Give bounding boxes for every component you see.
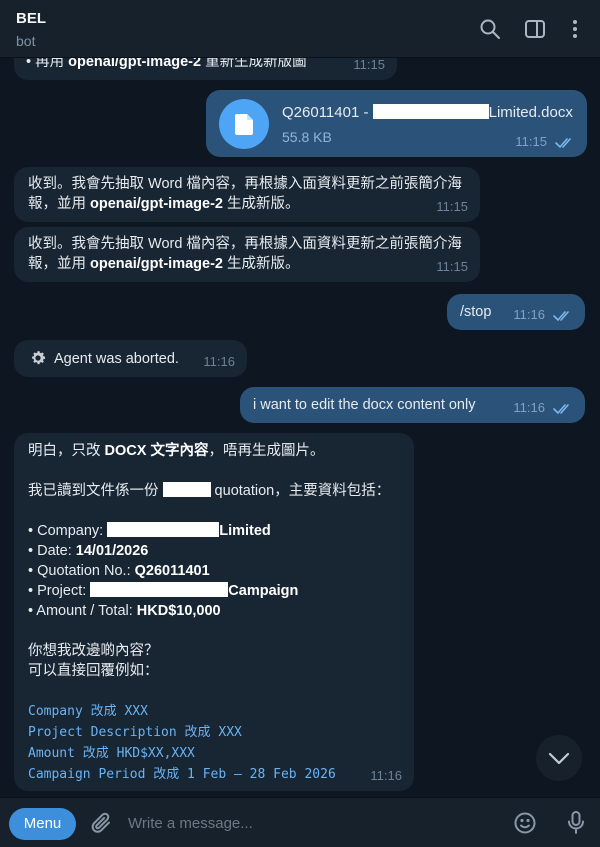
message-incoming[interactable]: 收到。我會先抽取 Word 檔內容，再根據入面資料更新之前張簡介海 報，並用 o… (14, 227, 480, 282)
message-outgoing[interactable]: i want to edit the docx content only 11:… (240, 387, 585, 423)
message-time: 11:15 (515, 134, 547, 149)
message-incoming[interactable]: • 再用 openai/gpt-image-2 重新生成新版圖 11:15 (14, 58, 397, 80)
message-incoming[interactable]: Agent was aborted. 11:16 (14, 340, 247, 377)
file-name: Q26011401 - Limited.docx (282, 104, 573, 121)
message-time: 11:15 (436, 259, 468, 274)
message-input[interactable] (128, 810, 488, 836)
chevron-down-icon (548, 752, 570, 765)
composer: Menu (0, 797, 600, 847)
file-message[interactable]: Q26011401 - Limited.docx 55.8 KB 11:15 (206, 90, 587, 157)
message-time: 11:16 (513, 400, 545, 415)
message-outgoing[interactable]: /stop 11:16 (447, 294, 585, 330)
message-list[interactable]: • 再用 openai/gpt-image-2 重新生成新版圖 11:15 Q2… (0, 58, 600, 797)
message-text: i want to edit the docx content only (253, 397, 476, 413)
redacted-text (107, 522, 220, 537)
redacted-text (90, 582, 229, 597)
message-text: • 再用 openai/gpt-image-2 重新生成新版圖 (26, 58, 307, 70)
redacted-text (372, 104, 489, 119)
message-time: 11:16 (370, 768, 402, 783)
message-time: 11:16 (203, 354, 235, 369)
file-size: 55.8 KB (282, 129, 332, 145)
message-time: 11:16 (513, 307, 545, 322)
microphone-icon[interactable] (564, 810, 588, 836)
message-text: 收到。我會先抽取 Word 檔內容，再根據入面資料更新之前張簡介海 報，並用 o… (28, 236, 462, 272)
redacted-text (162, 482, 211, 497)
paperclip-icon[interactable] (89, 811, 113, 835)
emoji-icon[interactable] (513, 811, 537, 835)
message-text: 明白，只改 DOCX 文字內容，唔再生成圖片。 我已讀到文件係一份 quotat… (28, 443, 391, 782)
chat-header[interactable]: BEL bot (0, 0, 600, 58)
gear-icon (32, 351, 46, 365)
message-time: 11:15 (353, 58, 385, 72)
more-vertical-icon[interactable] (563, 17, 587, 41)
file-icon[interactable] (219, 99, 269, 149)
scroll-down-button[interactable] (536, 735, 582, 781)
message-text: 收到。我會先抽取 Word 檔內容，再根據入面資料更新之前張簡介海 報，並用 o… (28, 176, 462, 212)
double-check-icon (553, 404, 569, 415)
double-check-icon (553, 311, 569, 322)
message-time: 11:15 (436, 199, 468, 214)
search-icon[interactable] (478, 17, 502, 41)
message-text: /stop (460, 304, 492, 320)
double-check-icon (555, 138, 571, 149)
chat-title: BEL (16, 10, 46, 27)
message-incoming[interactable]: 明白，只改 DOCX 文字內容，唔再生成圖片。 我已讀到文件係一份 quotat… (14, 433, 414, 791)
sidebar-toggle-icon[interactable] (523, 17, 547, 41)
chat-subtitle: bot (16, 33, 36, 49)
menu-button[interactable]: Menu (9, 808, 76, 840)
message-text: Agent was aborted. (54, 351, 179, 367)
message-incoming[interactable]: 收到。我會先抽取 Word 檔內容，再根據入面資料更新之前張簡介海 報，並用 o… (14, 167, 480, 222)
